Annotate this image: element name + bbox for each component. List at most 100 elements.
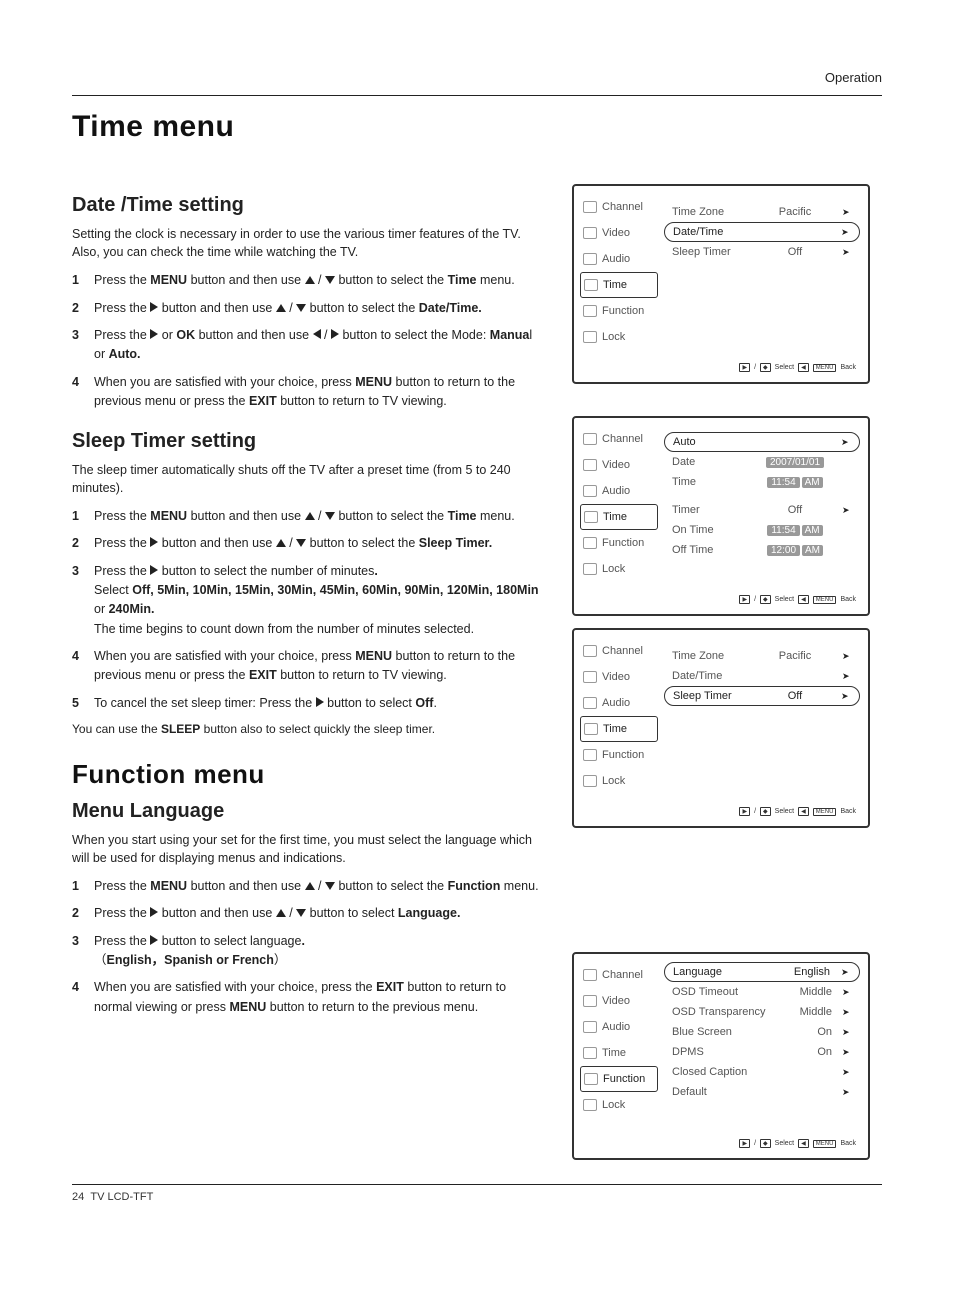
- t: Pacific: [760, 206, 830, 218]
- video-icon: [583, 995, 597, 1007]
- t: Select: [775, 1140, 794, 1147]
- t: EXIT: [249, 394, 277, 408]
- t: Channel: [602, 645, 643, 657]
- osd-row-closedcaption: Closed Caption➤: [664, 1062, 860, 1082]
- t: To cancel the set sleep timer: Press the: [94, 696, 316, 710]
- audio-icon: [583, 697, 597, 709]
- t: On: [792, 1046, 832, 1058]
- intro-menulang: When you start using your set for the fi…: [72, 831, 542, 867]
- chevron-right-icon: ➤: [842, 1047, 852, 1058]
- time-icon: [583, 1047, 597, 1059]
- t: Select: [94, 583, 132, 597]
- t: MENU: [150, 879, 187, 893]
- t: .: [433, 696, 436, 710]
- t: button to select the: [335, 509, 448, 523]
- lock-icon: [583, 1099, 597, 1111]
- t: Language: [673, 966, 749, 978]
- triangle-right-icon: [331, 329, 339, 339]
- t: Press the: [94, 906, 150, 920]
- osd-time-detail: Channel Video Audio Time Function Lock A…: [572, 416, 870, 616]
- osd-sidebar: Channel Video Audio Time Function Lock: [580, 194, 658, 374]
- osd-footer: ▶/◆Select ◀MENUBack: [739, 1139, 856, 1148]
- t: AM: [802, 525, 823, 536]
- t: Date/Time: [673, 226, 749, 238]
- t: Back: [840, 596, 856, 603]
- osd-function-language: Channel Video Audio Time Function Lock L…: [572, 952, 870, 1160]
- intro-datetime: Setting the clock is necessary in order …: [72, 225, 542, 261]
- t: MENU: [150, 509, 187, 523]
- lock-icon: [583, 563, 597, 575]
- t: Off: [760, 504, 830, 516]
- osd-row-offtime: Off Time12:00AM: [664, 540, 860, 560]
- function-icon: [584, 1073, 598, 1085]
- osd-tab-lock: Lock: [580, 324, 658, 350]
- steps-sleep: 1 Press the MENU button and then use / b…: [72, 507, 542, 713]
- time-icon: [584, 511, 598, 523]
- time-icon: [584, 279, 598, 291]
- triangle-down-icon: [296, 304, 306, 312]
- t: menu.: [477, 273, 515, 287]
- t: Auto: [673, 436, 749, 448]
- t: EXIT: [376, 980, 404, 994]
- osd-row-date: Date2007/01/01: [664, 452, 860, 472]
- t: Video: [602, 459, 630, 471]
- osd-tab-audio: Audio: [580, 690, 658, 716]
- t: Select: [775, 364, 794, 371]
- t: Time: [672, 476, 748, 488]
- t: button to select language: [158, 934, 301, 948]
- t: Lock: [602, 563, 625, 575]
- t: AM: [802, 477, 823, 488]
- left-column: Date /Time setting Setting the clock is …: [72, 184, 542, 1160]
- t: MENU: [355, 649, 392, 663]
- t: Sleep Timer.: [419, 536, 492, 550]
- t: Press the: [94, 536, 150, 550]
- chevron-right-icon: ➤: [842, 207, 852, 218]
- t: button and then use: [158, 536, 275, 550]
- t: Off: [760, 246, 830, 258]
- t: 11:54: [767, 477, 799, 488]
- t: Lock: [602, 331, 625, 343]
- osd-tab-video: Video: [580, 220, 658, 246]
- steps-datetime: 1 Press the MENU button and then use / b…: [72, 271, 542, 411]
- t: Press the: [94, 934, 150, 948]
- osd-row-sleeptimer: Sleep TimerOff➤: [664, 242, 860, 262]
- t: MENU: [813, 364, 837, 372]
- footer: 24 TV LCD-TFT: [72, 1184, 882, 1203]
- lock-icon: [583, 331, 597, 343]
- t: Press the: [94, 301, 150, 315]
- t: Audio: [602, 697, 630, 709]
- steps-menulang: 1 Press the MENU button and then use / b…: [72, 877, 542, 1017]
- t: Off, 5Min, 10Min, 15Min, 30Min, 45Min, 6…: [132, 583, 538, 597]
- t: .: [374, 564, 377, 578]
- t: When you are satisfied with your choice,…: [94, 375, 355, 389]
- osd-row-osdtransparency: OSD TransparencyMiddle➤: [664, 1002, 860, 1022]
- chevron-right-icon: ➤: [842, 247, 852, 258]
- right-column: Channel Video Audio Time Function Lock T…: [572, 184, 872, 1160]
- t: SLEEP: [161, 722, 200, 736]
- osd-main: Time ZonePacific➤ Date/Time➤ Sleep Timer…: [664, 194, 860, 374]
- page-title-time-menu: Time menu: [72, 110, 882, 144]
- triangle-up-icon: [276, 304, 286, 312]
- osd-tab-audio: Audio: [580, 246, 658, 272]
- t: Press the: [94, 564, 150, 578]
- osd-tab-video: Video: [580, 988, 658, 1014]
- t: button to return to the previous menu.: [266, 1000, 478, 1014]
- osd-tab-function: Function: [580, 742, 658, 768]
- t: Audio: [602, 485, 630, 497]
- triangle-down-icon: [296, 539, 306, 547]
- triangle-down-icon: [296, 909, 306, 917]
- sleep-note: You can use the SLEEP button also to sel…: [72, 721, 542, 738]
- t: OK: [176, 328, 195, 342]
- t: Pacific: [760, 650, 830, 662]
- osd-tab-channel: Channel: [580, 638, 658, 664]
- t: Audio: [602, 1021, 630, 1033]
- t: Off: [415, 696, 433, 710]
- video-icon: [583, 671, 597, 683]
- t: button to return to TV viewing.: [277, 394, 447, 408]
- osd-main: Time ZonePacific➤ Date/Time➤ Sleep Timer…: [664, 638, 860, 818]
- osd-tab-lock: Lock: [580, 1092, 658, 1118]
- t: Function: [602, 537, 644, 549]
- time-icon: [584, 723, 598, 735]
- osd-tab-lock: Lock: [580, 768, 658, 794]
- t: Time: [602, 1047, 626, 1059]
